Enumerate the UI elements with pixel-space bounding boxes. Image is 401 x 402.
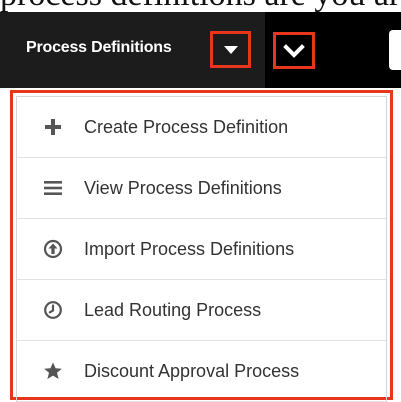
module-caret-button[interactable] bbox=[210, 31, 251, 68]
list-icon bbox=[43, 178, 63, 198]
clock-icon bbox=[43, 300, 63, 320]
chevron-down-icon bbox=[283, 43, 305, 58]
menu-item-discount-approval-process[interactable]: Discount Approval Process bbox=[17, 341, 386, 402]
menu-item-import-process-definitions[interactable]: Import Process Definitions bbox=[17, 219, 386, 280]
menu-item-label: Discount Approval Process bbox=[84, 361, 300, 381]
module-tab-label[interactable]: Process Definitions bbox=[26, 12, 172, 88]
more-menu-toggle-button[interactable] bbox=[273, 32, 315, 69]
module-tab[interactable]: Process Definitions bbox=[0, 12, 265, 88]
search-input[interactable] bbox=[389, 30, 401, 70]
star-icon bbox=[43, 361, 63, 381]
menu-item-lead-routing-process[interactable]: Lead Routing Process bbox=[17, 280, 386, 341]
menu-item-view-process-definitions[interactable]: View Process Definitions bbox=[17, 158, 386, 219]
menu-item-label: View Process Definitions bbox=[84, 178, 282, 198]
menu-item-label: Create Process Definition bbox=[84, 117, 289, 137]
menu-item-label: Import Process Definitions bbox=[84, 239, 295, 259]
partial-page-text: process definitions are you are bbox=[0, 0, 401, 12]
dropdown-menu-list: Create Process Definition View Process D… bbox=[16, 96, 387, 402]
menu-item-create-process-definition[interactable]: Create Process Definition bbox=[17, 97, 386, 158]
plus-icon bbox=[43, 117, 63, 137]
top-navbar: Process Definitions bbox=[0, 12, 401, 88]
menu-item-label: Lead Routing Process bbox=[84, 300, 262, 320]
import-icon bbox=[43, 239, 63, 259]
caret-down-icon bbox=[223, 45, 238, 54]
module-dropdown-menu: Create Process Definition View Process D… bbox=[10, 90, 393, 402]
